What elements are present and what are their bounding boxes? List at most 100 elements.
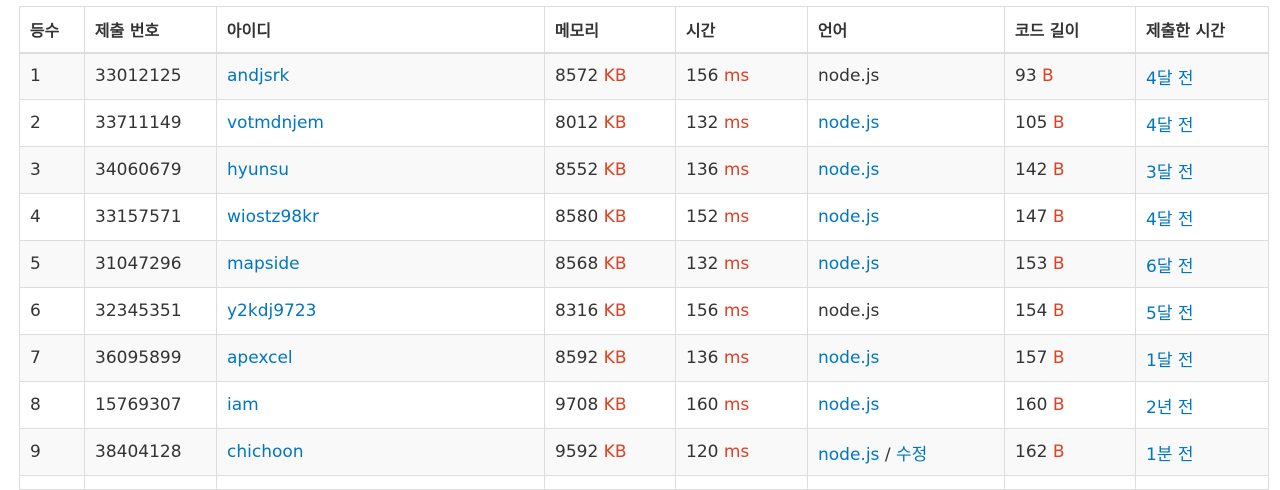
empty-cell [216,475,545,490]
submitted-time-cell: 1달 전 [1135,334,1269,382]
code-length-value: 157 [1015,348,1048,368]
time-cell: 136 ms [675,146,808,194]
rank-cell: 2 [19,99,85,147]
user-profile-link[interactable]: andjsrk [227,66,289,86]
language-cell: node.js [807,381,1005,429]
table-row: 9 38404128 chichoon 9592 KB 120 ms node.js / … [19,428,1269,476]
empty-cell [1135,475,1269,490]
time-unit: ms [723,66,750,87]
memory-value: 8572 [555,66,599,87]
language-cell: node.js [807,193,1005,241]
submitted-time-link[interactable]: 4달 전 [1146,116,1194,136]
submission-number-cell: 32345351 [84,287,217,335]
code-length-cell: 160 B [1004,381,1136,429]
submitted-time-link[interactable]: 4달 전 [1146,69,1194,89]
edit-link[interactable]: 수정 [896,445,927,465]
user-profile-link[interactable]: chichoon [227,442,304,462]
submitted-time-link[interactable]: 3달 전 [1146,163,1194,183]
user-profile-link[interactable]: votmdnjem [227,113,324,133]
code-length-unit: B [1052,395,1065,415]
submitted-time-cell: 6달 전 [1135,240,1269,288]
submission-number-cell: 34060679 [84,146,217,194]
submitted-time-link[interactable]: 5달 전 [1146,304,1194,324]
header-language: 언어 [807,6,1005,54]
submitted-time-link[interactable]: 1달 전 [1146,351,1194,371]
time-unit: ms [723,254,750,274]
submitted-time-link[interactable]: 4달 전 [1146,210,1194,230]
rank-cell: 9 [19,428,85,476]
rank-cell: 7 [19,334,85,382]
time-value: 152 [686,207,719,227]
user-id-cell: hyunsu [216,146,545,194]
memory-value: 9708 [555,395,599,415]
submission-number-cell: 33157571 [84,193,217,241]
submission-number-cell: 36095899 [84,334,217,382]
table-header: 등수 제출 번호 아이디 메모리 시간 언어 코드 길이 제출한 시간 [19,6,1269,54]
submitted-time-cell: 4달 전 [1135,99,1269,147]
language-cell: node.js [807,287,1005,335]
submitted-time-link[interactable]: 6달 전 [1146,257,1194,277]
code-length-cell: 93 B [1004,52,1136,100]
time-unit: ms [723,301,750,321]
table-row: 7 36095899 apexcel 8592 KB 136 ms node.js 157 … [19,334,1269,382]
user-id-cell: chichoon [216,428,545,476]
user-profile-link[interactable]: mapside [227,254,300,274]
user-profile-link[interactable]: hyunsu [227,160,289,180]
language-source-link[interactable]: node.js [818,445,879,465]
code-length-unit: B [1052,301,1065,321]
submission-number-cell: 15769307 [84,381,217,429]
user-id-cell: wiostz98kr [216,193,545,241]
language-source-link[interactable]: node.js [818,348,879,368]
user-profile-link[interactable]: iam [227,395,259,415]
memory-cell: 8552 KB [544,146,676,194]
table-row: 1 33012125 andjsrk 8572 KB 156 ms node.js 93 B… [19,52,1269,100]
user-profile-link[interactable]: wiostz98kr [227,207,319,227]
user-id-cell: y2kdj9723 [216,287,545,335]
memory-value: 8316 [555,301,599,321]
submitted-time-link[interactable]: 1분 전 [1146,445,1194,465]
user-id-cell: votmdnjem [216,99,545,147]
language-separator: / [879,444,896,465]
language-cell: node.js [807,146,1005,194]
code-length-value: 142 [1015,160,1048,180]
memory-cell: 8580 KB [544,193,676,241]
empty-cell [807,475,1005,490]
memory-unit: KB [603,254,627,274]
code-length-unit: B [1052,113,1065,133]
language-source-link[interactable]: node.js [818,113,879,133]
code-length-unit: B [1052,207,1065,227]
language-source-link[interactable]: node.js [818,395,879,415]
code-length-cell: 153 B [1004,240,1136,288]
language-source-link[interactable]: node.js [818,207,879,227]
status-table: 등수 제출 번호 아이디 메모리 시간 언어 코드 길이 제출한 시간 1 330… [19,6,1269,490]
language-label: node.js [818,301,880,321]
language-cell: node.js [807,334,1005,382]
language-cell: node.js [807,99,1005,147]
time-unit: ms [723,395,750,415]
time-cell: 156 ms [675,287,808,335]
code-length-cell: 105 B [1004,99,1136,147]
language-source-link[interactable]: node.js [818,160,879,180]
user-profile-link[interactable]: y2kdj9723 [227,301,317,321]
memory-unit: KB [603,66,627,87]
empty-cell [675,475,808,490]
user-id-cell: apexcel [216,334,545,382]
table-row: 5 31047296 mapside 8568 KB 132 ms node.js 153 … [19,240,1269,288]
table-row: 8 15769307 iam 9708 KB 160 ms node.js 160 B 2년 … [19,381,1269,429]
language-source-link[interactable]: node.js [818,254,879,274]
time-unit: ms [723,442,750,462]
rank-cell: 6 [19,287,85,335]
empty-cell [84,475,217,490]
user-profile-link[interactable]: apexcel [227,348,293,368]
code-length-value: 162 [1015,442,1048,462]
code-length-cell: 154 B [1004,287,1136,335]
memory-value: 9592 [555,442,599,462]
time-value: 120 [686,442,719,462]
table-row: 3 34060679 hyunsu 8552 KB 136 ms node.js 142 B… [19,146,1269,194]
memory-unit: KB [603,395,627,415]
submitted-time-link[interactable]: 2년 전 [1146,398,1194,418]
time-cell: 160 ms [675,381,808,429]
time-value: 132 [686,113,719,133]
code-length-unit: B [1052,442,1065,462]
header-memory: 메모리 [544,6,676,54]
